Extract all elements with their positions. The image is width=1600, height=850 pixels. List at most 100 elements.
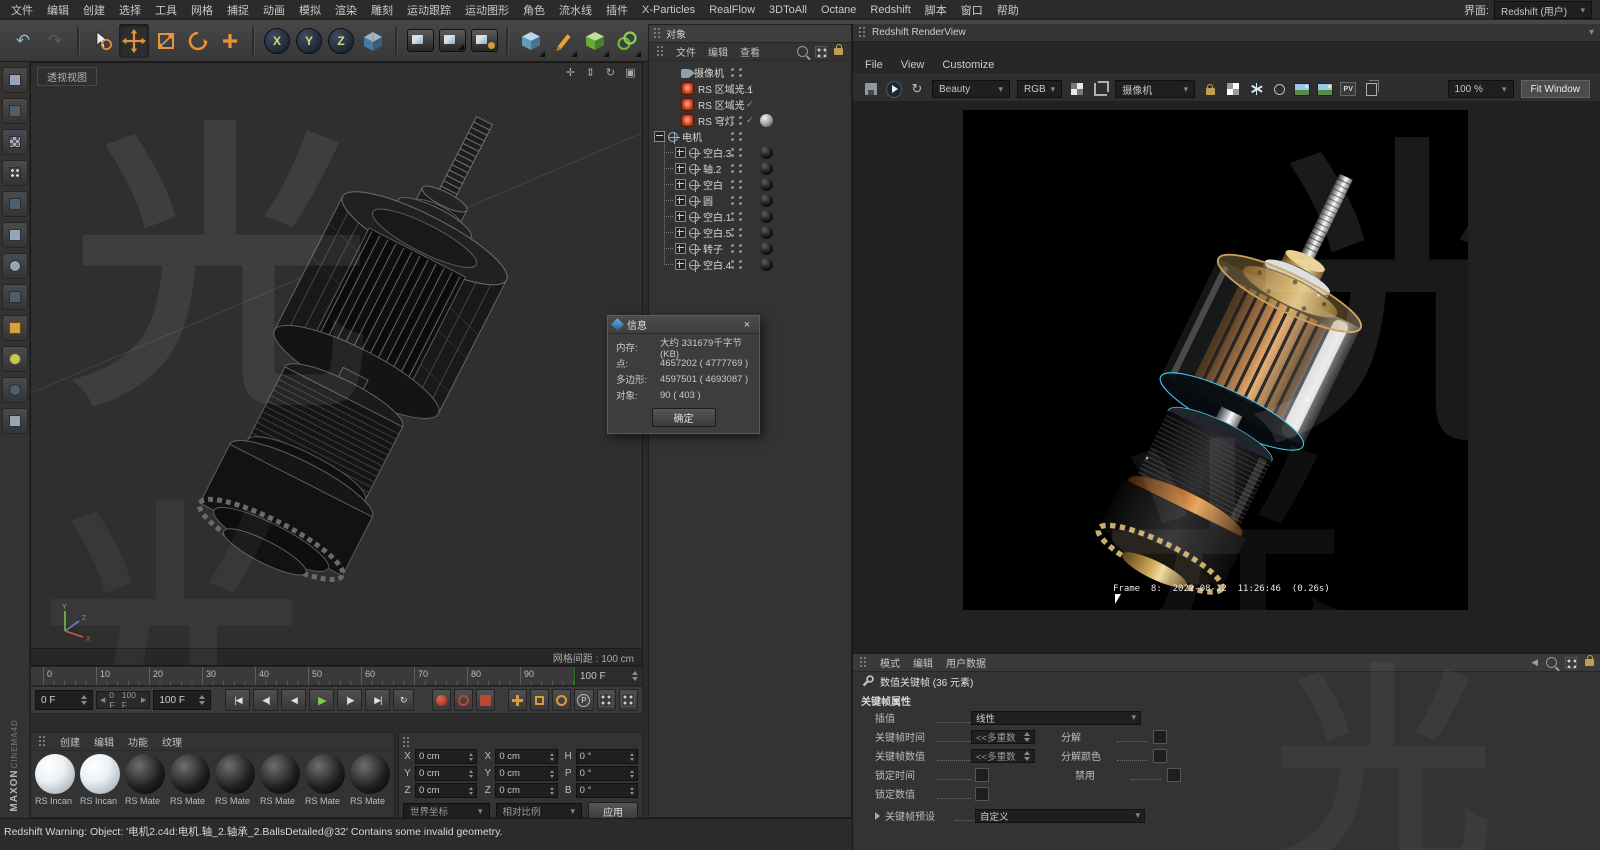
om-menu-item[interactable]: 查看 [740, 44, 760, 59]
layout-icon[interactable] [1565, 656, 1577, 669]
preview-range-widget[interactable]: ◀ 0 F 100 F ▶ [95, 690, 151, 710]
pixel-grid-button[interactable] [1069, 81, 1085, 97]
om-menu-item[interactable]: 文件 [676, 44, 696, 59]
transport-button[interactable]: |◀ [225, 689, 251, 711]
expand-toggle-icon[interactable] [675, 162, 686, 174]
lock-icon[interactable] [1585, 655, 1594, 666]
expand-toggle-icon[interactable] [675, 242, 686, 254]
render-visibility-toggle[interactable] [738, 67, 743, 79]
object-name[interactable]: 电机 [682, 129, 702, 144]
rv-menu-item[interactable]: File [865, 59, 883, 71]
restart-render-button[interactable]: ↻ [909, 81, 925, 97]
start-render-button[interactable] [886, 80, 902, 98]
editor-visibility-toggle[interactable] [730, 83, 735, 95]
editor-visibility-toggle[interactable] [730, 147, 735, 159]
lock-workplane-button[interactable] [1, 377, 28, 403]
timeline-options-button[interactable] [618, 689, 638, 711]
menu-item[interactable]: 渲染 [328, 0, 364, 20]
interpolation-dropdown[interactable]: 线性 ▾ [971, 710, 1141, 725]
material-sphere[interactable] [260, 754, 300, 794]
crop-button[interactable] [1092, 80, 1109, 97]
render-canvas[interactable]: 光 光 [963, 110, 1468, 610]
editor-visibility-toggle[interactable] [730, 67, 735, 79]
menu-item[interactable]: 雕刻 [364, 0, 400, 20]
timeline-playhead[interactable] [574, 668, 575, 685]
editor-visibility-toggle[interactable] [730, 163, 735, 175]
checker-background-button[interactable] [1225, 81, 1241, 97]
pos-y-field[interactable]: 0 cm [415, 766, 478, 781]
toggle-views-icon[interactable]: ▣ [624, 66, 637, 79]
panel-drag-handle[interactable] [657, 46, 664, 57]
render-camera-dropdown[interactable]: 摄像机 ▾ [1115, 80, 1196, 98]
primitive-cube-button[interactable] [516, 24, 546, 58]
info-dialog-titlebar[interactable]: 信息 × [608, 316, 759, 334]
record-rotation-toggle[interactable] [552, 689, 572, 711]
record-scale-toggle[interactable] [529, 689, 550, 711]
redo-button[interactable]: ↷ [40, 24, 70, 58]
expand-toggle-icon[interactable] [675, 226, 686, 238]
material-thumbnail[interactable] [760, 114, 773, 127]
transport-button[interactable]: |▶ [337, 689, 363, 711]
autokey-button[interactable] [453, 689, 474, 711]
scale-mode-dropdown[interactable]: 相对比例 ▾ [495, 803, 582, 819]
menu-item[interactable]: 流水线 [552, 0, 599, 20]
menu-item[interactable]: 插件 [599, 0, 635, 20]
lock-icon[interactable] [834, 44, 843, 55]
render-visibility-toggle[interactable] [738, 163, 743, 175]
chevron-down-icon[interactable]: ▾ [1589, 27, 1594, 38]
loop-button[interactable]: ↻ [393, 689, 415, 711]
panel-drag-handle[interactable] [859, 27, 866, 38]
break-color-checkbox[interactable] [1153, 748, 1167, 763]
material-menu-item[interactable]: 编辑 [94, 734, 114, 749]
material-sphere[interactable] [80, 754, 120, 794]
lock-value-checkbox[interactable] [975, 786, 989, 801]
quantize-button[interactable] [1, 408, 28, 434]
snapshot-a-button[interactable] [1294, 81, 1311, 97]
material-sphere[interactable] [350, 754, 390, 794]
menu-item[interactable]: 文件 [4, 0, 40, 20]
key-value-field[interactable]: <<多重数 [971, 748, 1035, 763]
object-tree-item[interactable]: RS 穹灯 [649, 112, 851, 128]
z-axis-lock-button[interactable]: Z [326, 24, 356, 58]
lock-camera-button[interactable] [1202, 81, 1218, 97]
editor-visibility-toggle[interactable] [730, 115, 735, 127]
editor-visibility-toggle[interactable] [730, 195, 735, 207]
material-thumbnail[interactable] [760, 194, 773, 207]
material-thumbnail[interactable] [760, 146, 773, 159]
transport-button[interactable]: ▶| [365, 689, 391, 711]
panel-drag-handle[interactable] [860, 657, 867, 668]
render-visibility-toggle[interactable] [738, 243, 743, 255]
editor-visibility-toggle[interactable] [730, 259, 735, 271]
menu-item[interactable]: 脚本 [918, 0, 954, 20]
x-axis-lock-button[interactable]: X [262, 24, 292, 58]
editor-visibility-toggle[interactable] [730, 99, 735, 111]
material-item[interactable]: RS Mate [215, 754, 256, 806]
material-thumbnail[interactable] [760, 226, 773, 239]
render-visibility-toggle[interactable] [738, 259, 743, 271]
render-view-button[interactable] [405, 24, 435, 58]
expand-toggle-icon[interactable] [675, 194, 686, 206]
size-x-field[interactable]: 0 cm [495, 749, 558, 764]
om-menu-item[interactable]: 编辑 [708, 44, 728, 59]
last-tool-button[interactable] [215, 24, 245, 58]
edge-mode-button[interactable] [1, 191, 28, 217]
collapse-arrow-icon[interactable] [875, 811, 880, 820]
editor-visibility-toggle[interactable] [730, 211, 735, 223]
expand-toggle-icon[interactable] [675, 210, 686, 222]
snapshot-button[interactable] [1248, 81, 1264, 97]
move-tool-button[interactable] [119, 23, 149, 58]
enabled-check-icon[interactable] [746, 84, 757, 93]
material-thumbnail[interactable] [760, 210, 773, 223]
expand-toggle-icon[interactable] [675, 146, 686, 158]
aov-beauty-dropdown[interactable]: Beauty ▾ [932, 80, 1010, 98]
material-thumbnail[interactable] [760, 242, 773, 255]
channel-rgb-dropdown[interactable]: RGB ▾ [1017, 80, 1063, 98]
break-checkbox[interactable] [1153, 729, 1167, 744]
pos-z-field[interactable]: 0 cm [415, 783, 478, 798]
editor-visibility-toggle[interactable] [730, 179, 735, 191]
material-sphere[interactable] [215, 754, 255, 794]
current-frame-field[interactable]: 0 F [35, 690, 93, 710]
pos-x-field[interactable]: 0 cm [415, 749, 478, 764]
stepper-arrows-icon[interactable] [632, 671, 638, 681]
region-render-button[interactable] [1271, 81, 1287, 97]
